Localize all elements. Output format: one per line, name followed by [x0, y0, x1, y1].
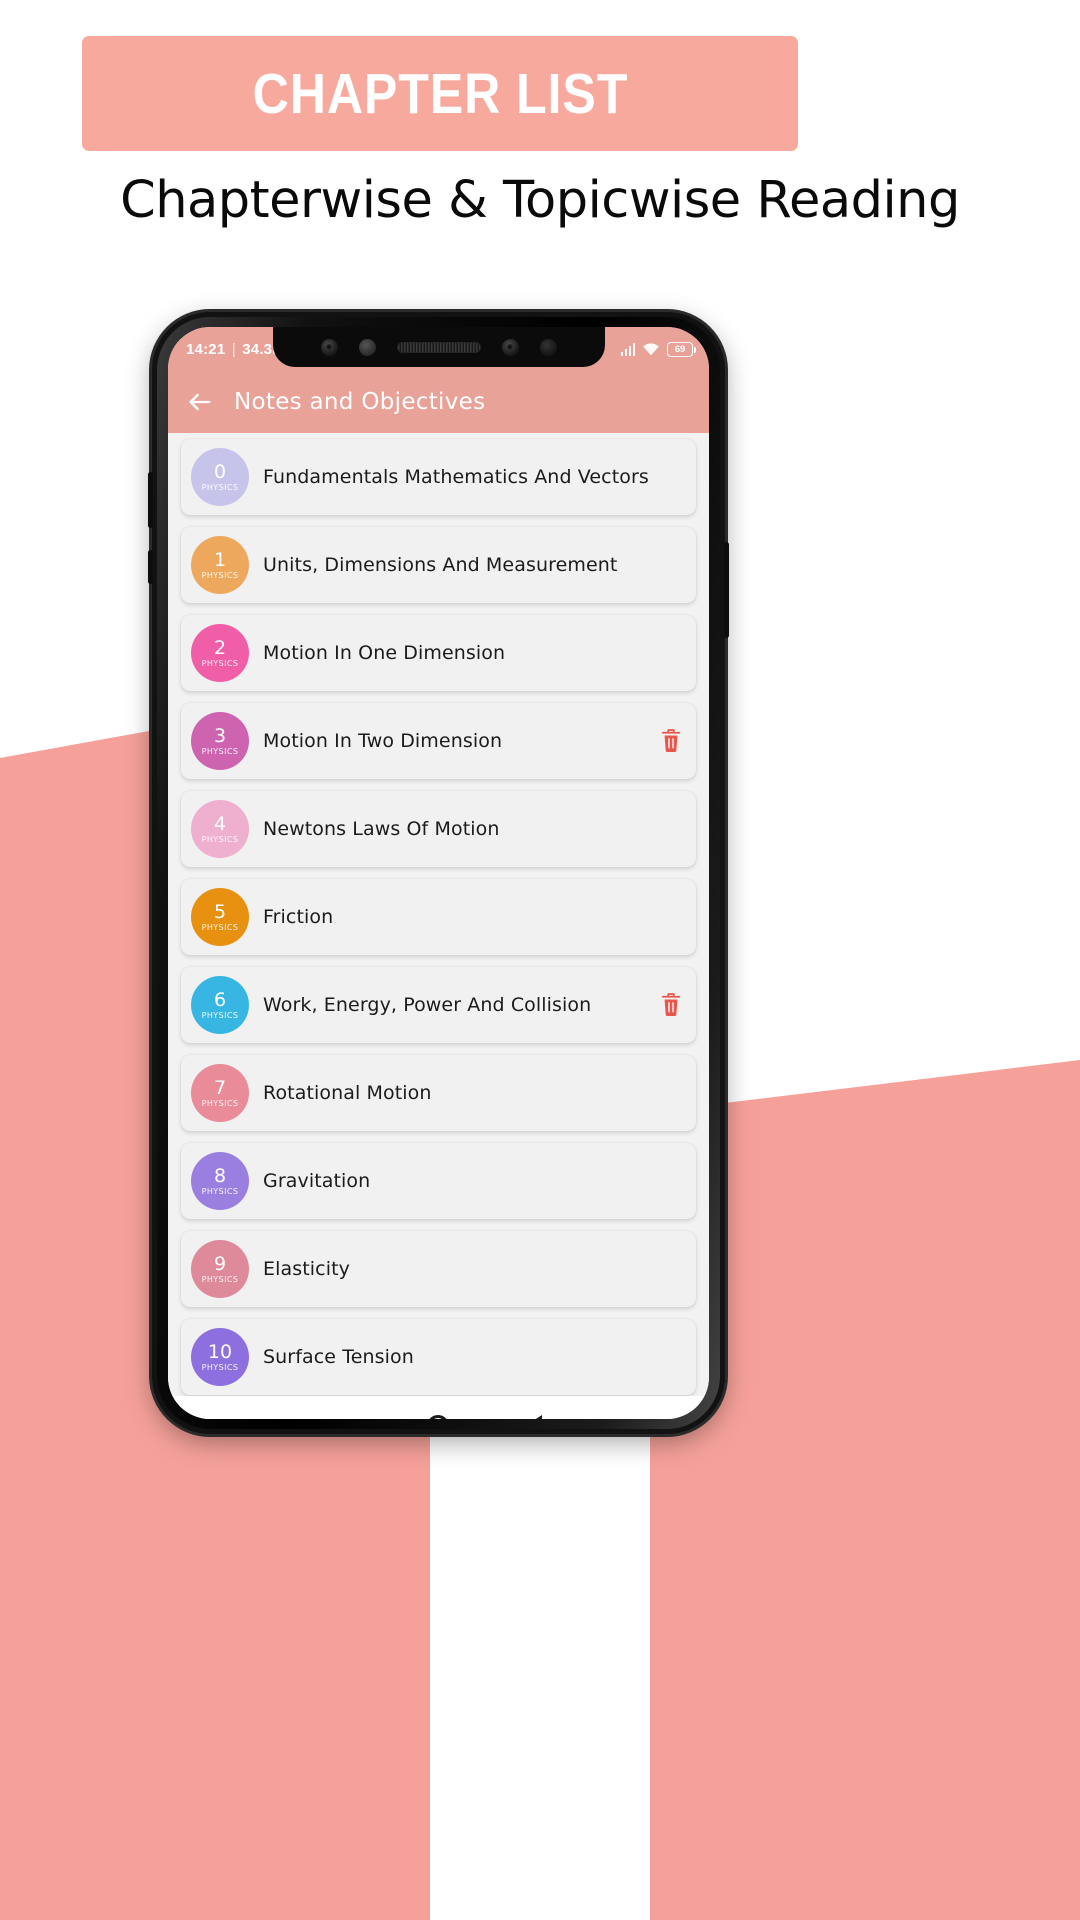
- chapter-badge: 10 PHYSICS: [191, 1328, 249, 1386]
- chapter-number: 7: [213, 1077, 227, 1099]
- chapter-badge: 2 PHYSICS: [191, 624, 249, 682]
- chapter-badge: 4 PHYSICS: [191, 800, 249, 858]
- chapter-title: Fundamentals Mathematics And Vectors: [263, 466, 649, 488]
- status-bar: 14:21 | 34.3K 69: [168, 327, 709, 371]
- chapter-subject: PHYSICS: [201, 659, 239, 668]
- chapter-list-item[interactable]: 8 PHYSICS Gravitation: [181, 1143, 696, 1219]
- phone-mockup: 14:21 | 34.3K 69 Notes and Objectives 0 …: [148, 312, 729, 1434]
- chapter-title: Units, Dimensions And Measurement: [263, 554, 618, 576]
- triangle-back-icon[interactable]: [524, 1415, 542, 1419]
- chapter-number: 6: [213, 989, 227, 1011]
- chapter-subject: PHYSICS: [201, 1275, 239, 1284]
- chapter-subject: PHYSICS: [201, 483, 239, 492]
- phone-screen: 14:21 | 34.3K 69 Notes and Objectives 0 …: [168, 327, 709, 1419]
- chapter-number: 5: [213, 901, 227, 923]
- chapter-title: Friction: [263, 906, 334, 928]
- app-bar: Notes and Objectives: [168, 371, 709, 433]
- chapter-title: Work, Energy, Power And Collision: [263, 994, 592, 1016]
- wifi-icon: [642, 342, 660, 356]
- promo-banner: CHAPTER LIST: [82, 36, 798, 151]
- volume-up-button[interactable]: [148, 472, 153, 528]
- chapter-badge: 7 PHYSICS: [191, 1064, 249, 1122]
- circle-home-icon[interactable]: [426, 1415, 449, 1419]
- chapter-subject: PHYSICS: [201, 1099, 239, 1108]
- chapter-badge: 5 PHYSICS: [191, 888, 249, 946]
- trash-icon[interactable]: [660, 728, 682, 754]
- chapter-list-item[interactable]: 9 PHYSICS Elasticity: [181, 1231, 696, 1307]
- app-bar-title: Notes and Objectives: [234, 389, 486, 415]
- chapter-badge: 8 PHYSICS: [191, 1152, 249, 1210]
- chapter-title: Elasticity: [263, 1258, 350, 1280]
- chapter-subject: PHYSICS: [201, 1187, 239, 1196]
- chapter-list-item[interactable]: 2 PHYSICS Motion In One Dimension: [181, 615, 696, 691]
- chapter-list-item[interactable]: 10 PHYSICS Surface Tension: [181, 1319, 696, 1395]
- chapter-number: 1: [213, 549, 227, 571]
- front-camera-icon: [501, 338, 519, 356]
- chapter-list-item[interactable]: 0 PHYSICS Fundamentals Mathematics And Vec…: [181, 439, 696, 515]
- status-bar-right: 69: [620, 341, 696, 357]
- chapter-list-item[interactable]: 5 PHYSICS Friction: [181, 879, 696, 955]
- chapter-title: Surface Tension: [263, 1346, 414, 1368]
- android-nav-bar: [168, 1396, 709, 1419]
- chapter-title: Gravitation: [263, 1170, 371, 1192]
- volume-down-button[interactable]: [148, 550, 153, 584]
- phone-notch: [272, 327, 605, 367]
- promo-screenshot: CHAPTER LIST Chapterwise & Topicwise Rea…: [0, 0, 1080, 1920]
- chapter-title: Rotational Motion: [263, 1082, 432, 1104]
- chapter-badge: 3 PHYSICS: [191, 712, 249, 770]
- trash-icon[interactable]: [660, 992, 682, 1018]
- chapter-number: 2: [213, 637, 227, 659]
- chapter-badge: 6 PHYSICS: [191, 976, 249, 1034]
- chapter-badge: 9 PHYSICS: [191, 1240, 249, 1298]
- chapter-number: 9: [213, 1253, 227, 1275]
- chapter-list[interactable]: 0 PHYSICS Fundamentals Mathematics And Vec…: [168, 433, 709, 1396]
- chapter-subject: PHYSICS: [201, 1011, 239, 1020]
- chapter-subject: PHYSICS: [201, 747, 239, 756]
- status-separator: |: [231, 340, 236, 358]
- proximity-sensor-icon: [320, 338, 338, 356]
- ir-sensor-icon: [539, 338, 557, 356]
- light-sensor-icon: [358, 338, 376, 356]
- status-bar-left: 14:21 | 34.3K: [186, 341, 283, 358]
- chapter-title: Motion In One Dimension: [263, 642, 506, 664]
- chapter-badge: 1 PHYSICS: [191, 536, 249, 594]
- chapter-subject: PHYSICS: [201, 923, 239, 932]
- chapter-subject: PHYSICS: [201, 1363, 239, 1372]
- chapter-subject: PHYSICS: [201, 571, 239, 580]
- chapter-list-item[interactable]: 1 PHYSICS Units, Dimensions And Measuremen…: [181, 527, 696, 603]
- chapter-number: 10: [207, 1341, 233, 1363]
- chapter-list-item[interactable]: 6 PHYSICS Work, Energy, Power And Collisio…: [181, 967, 696, 1043]
- chapter-title: Motion In Two Dimension: [263, 730, 503, 752]
- battery-icon: 69: [667, 341, 696, 357]
- chapter-number: 4: [213, 813, 227, 835]
- chapter-subject: PHYSICS: [201, 835, 239, 844]
- back-arrow-icon[interactable]: [186, 388, 214, 416]
- chapter-badge: 0 PHYSICS: [191, 448, 249, 506]
- chapter-number: 8: [213, 1165, 227, 1187]
- status-time: 14:21: [186, 340, 226, 358]
- chapter-list-item[interactable]: 3 PHYSICS Motion In Two Dimension: [181, 703, 696, 779]
- chapter-list-item[interactable]: 4 PHYSICS Newtons Laws Of Motion: [181, 791, 696, 867]
- chapter-title: Newtons Laws Of Motion: [263, 818, 500, 840]
- square-recents-icon[interactable]: [335, 1418, 351, 1419]
- chapter-number: 3: [213, 725, 227, 747]
- signal-bars-icon: [620, 342, 635, 356]
- promo-banner-title: CHAPTER LIST: [252, 61, 628, 126]
- chapter-number: 0: [213, 461, 227, 483]
- power-button[interactable]: [724, 542, 729, 638]
- promo-subtitle: Chapterwise & Topicwise Reading: [120, 171, 960, 230]
- chapter-list-item[interactable]: 7 PHYSICS Rotational Motion: [181, 1055, 696, 1131]
- earpiece-speaker-icon: [396, 341, 481, 353]
